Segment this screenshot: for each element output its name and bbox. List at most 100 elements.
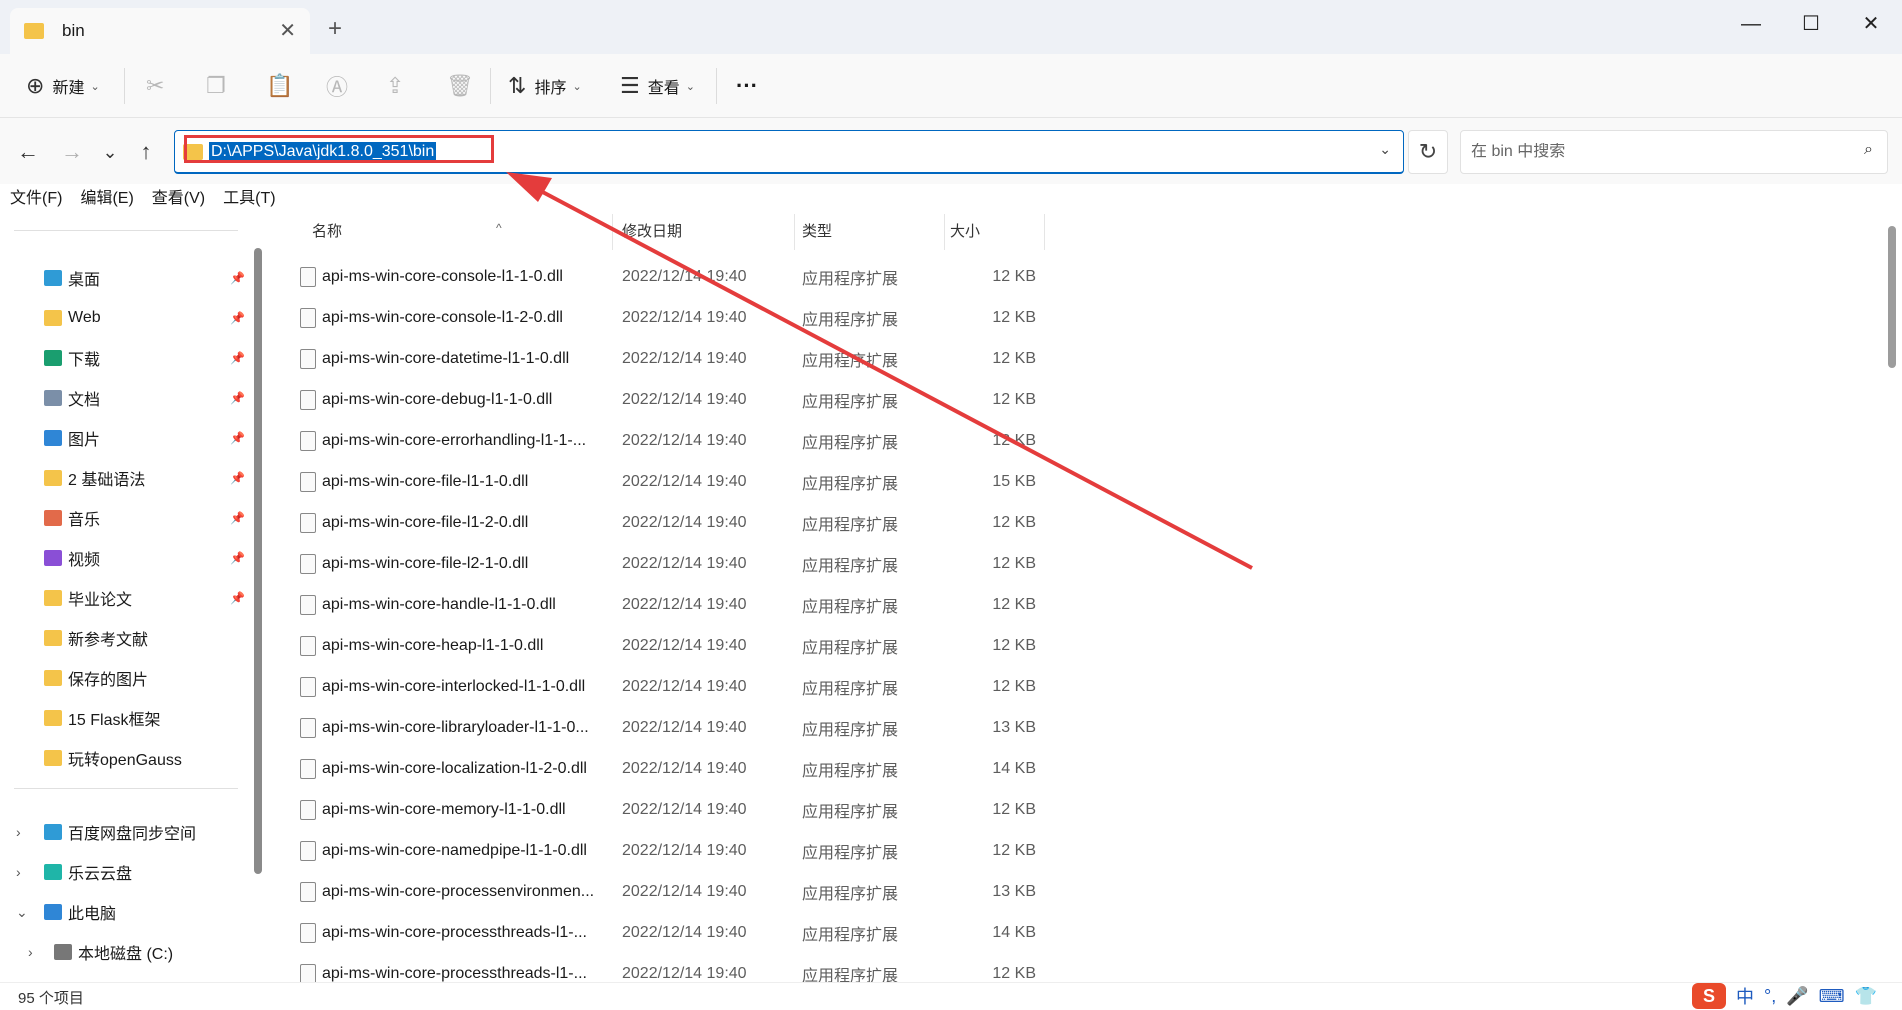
sidebar-item[interactable]: Web 📌 xyxy=(0,298,250,338)
pin-icon: 📌 xyxy=(230,471,245,485)
file-date: 2022/12/14 19:40 xyxy=(622,431,747,449)
file-list-scrollbar[interactable] xyxy=(1888,226,1896,368)
chevron-right-icon[interactable]: › xyxy=(28,944,33,960)
file-row[interactable]: api-ms-win-core-debug-l1-1-0.dll 2022/12/… xyxy=(268,379,1048,420)
column-header-name[interactable]: 名称 ^ xyxy=(312,214,502,250)
chevron-down-icon[interactable]: ⌄ xyxy=(1379,141,1391,158)
menu-file[interactable]: 文件(F) xyxy=(10,184,62,210)
ime-mic-icon[interactable]: 🎤 xyxy=(1786,986,1808,1007)
sidebar-divider xyxy=(14,788,238,789)
ime-punct-icon[interactable]: °, xyxy=(1764,986,1776,1007)
ime-skin-icon[interactable]: 👕 xyxy=(1855,986,1877,1007)
new-button[interactable]: ⊕ 新建 ⌄ xyxy=(26,68,100,104)
chevron-right-icon[interactable]: › xyxy=(16,864,21,880)
pin-icon: 📌 xyxy=(230,391,245,405)
file-row[interactable]: api-ms-win-core-localization-l1-2-0.dll 2… xyxy=(268,748,1048,789)
new-tab-button[interactable]: + xyxy=(328,15,342,43)
cut-button[interactable]: ✂ xyxy=(146,68,172,104)
up-button[interactable]: ↑ xyxy=(130,136,162,168)
file-name: api-ms-win-core-localization-l1-2-0.dll xyxy=(322,759,587,777)
sidebar-item[interactable]: › 本地磁盘 (C:) xyxy=(0,932,250,972)
sidebar-item[interactable]: 玩转openGauss xyxy=(0,738,250,778)
menu-tools[interactable]: 工具(T) xyxy=(223,184,275,210)
sidebar-item-label: 2 基础语法 xyxy=(68,472,146,489)
file-type: 应用程序扩展 xyxy=(802,926,899,944)
more-options-button[interactable]: ··· xyxy=(736,68,758,104)
share-button[interactable]: ⇪ xyxy=(386,68,412,104)
file-row[interactable]: api-ms-win-core-handle-l1-1-0.dll 2022/12… xyxy=(268,584,1048,625)
sogou-logo-icon[interactable]: S xyxy=(1692,983,1726,1009)
forward-button[interactable]: → xyxy=(56,136,88,168)
file-row[interactable]: api-ms-win-core-interlocked-l1-1-0.dll 20… xyxy=(268,666,1048,707)
sidebar-item[interactable]: 保存的图片 xyxy=(0,658,250,698)
file-row[interactable]: api-ms-win-core-console-l1-2-0.dll 2022/1… xyxy=(268,297,1048,338)
file-row[interactable]: api-ms-win-core-memory-l1-1-0.dll 2022/12… xyxy=(268,789,1048,830)
file-row[interactable]: api-ms-win-core-file-l1-1-0.dll 2022/12/1… xyxy=(268,461,1048,502)
sidebar-item[interactable]: › 乐云云盘 xyxy=(0,852,250,892)
file-size: 12 KB xyxy=(992,841,1036,859)
file-size: 12 KB xyxy=(992,308,1036,326)
pin-icon: 📌 xyxy=(230,551,245,565)
rename-button[interactable]: Ⓐ xyxy=(326,68,356,104)
search-input[interactable] xyxy=(1471,143,1841,161)
delete-button[interactable]: 🗑 xyxy=(446,68,482,104)
file-row[interactable]: api-ms-win-core-datetime-l1-1-0.dll 2022/… xyxy=(268,338,1048,379)
file-row[interactable]: api-ms-win-core-console-l1-1-0.dll 2022/1… xyxy=(268,256,1048,297)
file-row[interactable]: api-ms-win-core-namedpipe-l1-1-0.dll 2022… xyxy=(268,830,1048,871)
paste-button[interactable]: 📋 xyxy=(266,68,301,104)
minimize-button[interactable]: — xyxy=(1726,6,1776,42)
file-row[interactable]: api-ms-win-core-file-l2-1-0.dll 2022/12/1… xyxy=(268,543,1048,584)
sidebar-item[interactable]: 图片 📌 xyxy=(0,418,250,458)
menu-view[interactable]: 查看(V) xyxy=(152,184,205,210)
menu-edit[interactable]: 编辑(E) xyxy=(80,184,133,210)
ime-mode[interactable]: 中 xyxy=(1736,983,1754,1009)
ime-toolbar[interactable]: S 中 °, 🎤 ⌨ 👕 xyxy=(1692,982,1902,1010)
file-row[interactable]: api-ms-win-core-errorhandling-l1-1-... 20… xyxy=(268,420,1048,461)
file-row[interactable]: api-ms-win-core-processthreads-l1-... 202… xyxy=(268,912,1048,953)
view-button[interactable]: ☰ 查看 ⌄ xyxy=(620,68,695,104)
chevron-down-icon[interactable]: ⌄ xyxy=(16,904,28,921)
file-row[interactable]: api-ms-win-core-processenvironmen... 2022… xyxy=(268,871,1048,912)
tab-bin[interactable]: bin ✕ xyxy=(10,8,310,54)
file-row[interactable]: api-ms-win-core-libraryloader-l1-1-0... 2… xyxy=(268,707,1048,748)
refresh-button[interactable]: ↻ xyxy=(1408,130,1448,174)
column-header-date[interactable]: 修改日期 xyxy=(622,214,682,250)
back-button[interactable]: ← xyxy=(12,136,44,168)
chevron-down-icon: ⌄ xyxy=(572,80,582,93)
sidebar-item[interactable]: 视频 📌 xyxy=(0,538,250,578)
column-divider[interactable] xyxy=(794,214,795,250)
sidebar-item[interactable]: 毕业论文 📌 xyxy=(0,578,250,618)
column-header-type[interactable]: 类型 xyxy=(802,214,832,250)
cut-icon: ✂ xyxy=(146,73,165,98)
search-box[interactable]: ⌕ xyxy=(1460,130,1888,174)
column-header-size[interactable]: 大小 xyxy=(950,214,980,250)
sidebar-item[interactable]: 新参考文献 xyxy=(0,618,250,658)
sidebar-item[interactable]: 桌面 📌 xyxy=(0,258,250,298)
sort-button[interactable]: ⇅ 排序 ⌄ xyxy=(508,68,582,104)
file-type: 应用程序扩展 xyxy=(802,762,899,780)
sidebar-item[interactable]: 15 Flask框架 xyxy=(0,698,250,738)
sidebar-item[interactable]: › 百度网盘同步空间 xyxy=(0,812,250,852)
share-icon: ⇪ xyxy=(386,73,405,98)
close-window-button[interactable]: ✕ xyxy=(1846,6,1896,42)
tab-close-icon[interactable]: ✕ xyxy=(279,18,296,43)
maximize-button[interactable]: ☐ xyxy=(1786,6,1836,42)
sidebar-item[interactable]: 文档 📌 xyxy=(0,378,250,418)
sidebar-item[interactable]: 2 基础语法 📌 xyxy=(0,458,250,498)
file-name: api-ms-win-core-interlocked-l1-1-0.dll xyxy=(322,677,586,695)
recent-locations-button[interactable]: ⌄ xyxy=(94,136,126,168)
delete-icon: 🗑 xyxy=(446,73,474,98)
sidebar-item[interactable]: ⌄ 此电脑 xyxy=(0,892,250,932)
chevron-right-icon[interactable]: › xyxy=(16,824,21,840)
sidebar-item[interactable]: 音乐 📌 xyxy=(0,498,250,538)
copy-button[interactable]: ❐ xyxy=(206,68,234,104)
sidebar-item-label: 此电脑 xyxy=(68,906,117,923)
column-divider[interactable] xyxy=(612,214,613,250)
ime-keyboard-icon[interactable]: ⌨ xyxy=(1819,986,1845,1007)
column-divider[interactable] xyxy=(944,214,945,250)
column-divider[interactable] xyxy=(1044,214,1045,250)
sidebar-scrollbar[interactable] xyxy=(254,248,262,874)
file-row[interactable]: api-ms-win-core-heap-l1-1-0.dll 2022/12/1… xyxy=(268,625,1048,666)
sidebar-item[interactable]: 下载 📌 xyxy=(0,338,250,378)
file-row[interactable]: api-ms-win-core-file-l1-2-0.dll 2022/12/1… xyxy=(268,502,1048,543)
